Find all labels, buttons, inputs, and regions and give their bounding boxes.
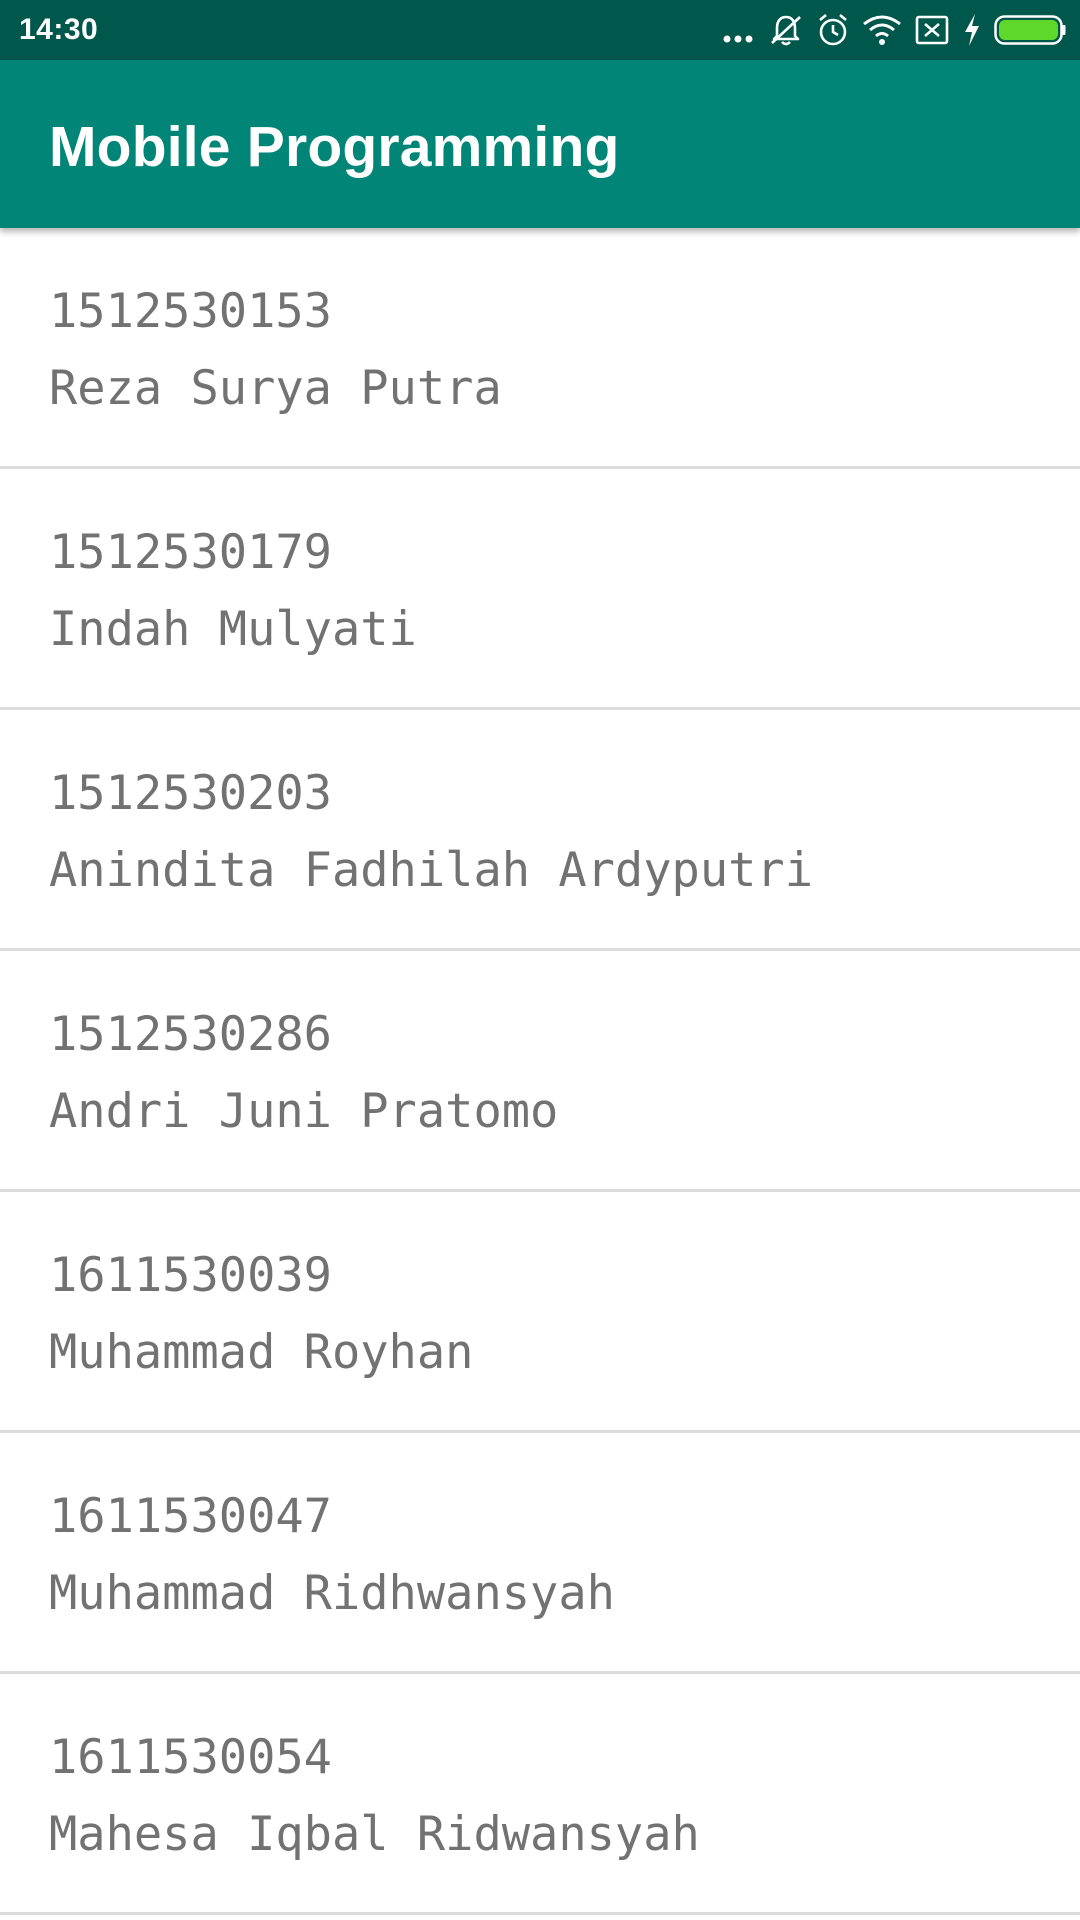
status-bar: 14:30 [0,0,1080,60]
list-item[interactable]: 1611530039 Muhammad Royhan [0,1192,1080,1433]
list-item[interactable]: 1611530047 Muhammad Ridhwansyah [0,1433,1080,1674]
wifi-icon [863,15,901,45]
student-name: Muhammad Royhan [49,1325,474,1380]
student-nim: 1512530286 [49,1007,332,1062]
list-item[interactable]: 1512530153 Reza Surya Putra [0,228,1080,469]
student-nim: 1611530047 [49,1489,332,1544]
alarm-icon [819,14,847,46]
student-name: Indah Mulyati [49,602,417,657]
student-list[interactable]: 1512530153 Reza Surya Putra 1512530179 I… [0,228,1080,1915]
notifications-off-icon [771,15,801,46]
status-icons [710,10,1066,50]
student-name: Reza Surya Putra [49,361,502,416]
student-name: Andri Juni Pratomo [49,1084,559,1139]
list-item[interactable]: 1512530286 Andri Juni Pratomo [0,951,1080,1192]
battery-full-icon [994,15,1066,45]
more-dots-icon [723,35,753,43]
student-nim: 1611530054 [49,1730,332,1785]
charging-bolt-icon [965,14,979,46]
screen: 14:30 Mobile Programming 1512530153 Reza… [0,0,1080,1920]
no-sim-icon [915,15,949,45]
student-nim: 1512530153 [49,284,332,339]
app-title: Mobile Programming [49,115,620,179]
list-item[interactable]: 1512530203 Anindita Fadhilah Ardyputri [0,710,1080,951]
student-nim: 1512530203 [49,766,332,821]
student-name: Anindita Fadhilah Ardyputri [49,843,814,898]
app-bar: Mobile Programming [0,60,1080,228]
student-name: Mahesa Iqbal Ridwansyah [49,1807,700,1862]
list-item[interactable]: 1611530054 Mahesa Iqbal Ridwansyah [0,1674,1080,1915]
status-time: 14:30 [19,13,99,46]
student-nim: 1611530039 [49,1248,332,1303]
list-item[interactable]: 1512530179 Indah Mulyati [0,469,1080,710]
student-name: Muhammad Ridhwansyah [49,1566,615,1621]
student-nim: 1512530179 [49,525,332,580]
